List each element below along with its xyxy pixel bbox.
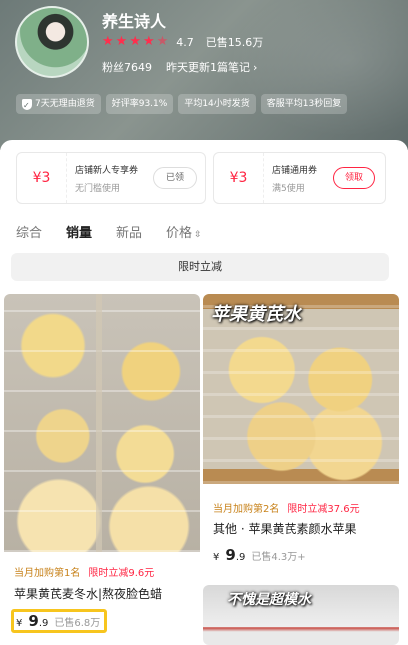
discount-badge: 限时立减37.6元 (287, 504, 360, 515)
service-tag-response[interactable]: 客服平均13秒回复 (260, 94, 348, 114)
price-row: ¥ 9.9 已售4.3万+ (213, 546, 306, 564)
tab-new[interactable]: 新品 (116, 222, 142, 241)
coupon-title: 店铺通用券 (272, 166, 318, 176)
shop-rating: 4.7 (176, 35, 194, 49)
tab-sales[interactable]: 销量 (66, 222, 92, 241)
product-badges: 当月加购第2名 限时立减37.6元 (213, 500, 360, 515)
sort-arrows-icon: ⇳ (194, 230, 202, 240)
half-star-icon: ★ (156, 34, 169, 49)
star-icon: ★ (129, 34, 141, 49)
product-image[interactable]: 苹果黄芪水 (203, 294, 399, 484)
shop-name[interactable]: 养生诗人 (102, 8, 166, 32)
shop-avatar[interactable] (15, 6, 89, 78)
currency-symbol: ¥ (16, 618, 23, 629)
product-badges: 当月加购第1名 限时立减9.6元 (14, 564, 154, 579)
sort-tabs: 综合 销量 新品 价格 ⇳ (16, 222, 202, 241)
chevron-right-icon: › (253, 61, 258, 74)
service-tag-shipping[interactable]: 平均14小时发货 (178, 94, 256, 114)
tab-comprehensive[interactable]: 综合 (16, 222, 42, 241)
image-caption: 苹果黄芪水 (211, 304, 301, 325)
shop-sold-count: 已售15.6万 (205, 36, 264, 49)
coupon-new-user[interactable]: ¥3 店铺新人专享券 无门槛使用 已领 (16, 152, 206, 204)
product-title[interactable]: 其他 · 苹果黄芪素颜水苹果 (213, 520, 393, 537)
product-sold: 已售6.8万 (54, 618, 101, 629)
coupon-condition: 无门槛使用 (75, 184, 121, 194)
notes-update-link[interactable]: 昨天更新1篇笔记 › (166, 59, 257, 75)
coupon-amount: ¥3 (17, 153, 67, 203)
product-sold: 已售4.3万+ (251, 552, 306, 563)
rating-row: ★ ★ ★ ★ ★ 4.7 已售15.6万 (102, 34, 263, 50)
product-card[interactable]: 苹果黄芪水 当月加购第2名 限时立减37.6元 其他 · 苹果黄芪素颜水苹果 ¥… (203, 294, 399, 581)
flash-sale-filter[interactable]: 限时立减 (11, 253, 389, 281)
product-image[interactable] (4, 294, 200, 552)
image-caption: 不愧是超模水 (227, 592, 311, 608)
product-title[interactable]: 苹果黄芪麦冬水|熬夜脸色蜡 (14, 585, 194, 602)
star-icon: ★ (102, 34, 114, 49)
currency-symbol: ¥ (213, 552, 220, 563)
star-icon: ★ (142, 34, 155, 49)
shield-check-icon (22, 96, 32, 116)
star-icon: ★ (115, 34, 128, 49)
notes-update-text: 昨天更新1篇笔记 (166, 61, 250, 74)
coupon-amount: ¥3 (214, 153, 264, 203)
product-image[interactable]: 不愧是超模水 (203, 585, 399, 645)
rank-badge: 当月加购第2名 (213, 504, 280, 515)
coupon-claim-button[interactable]: 领取 (333, 167, 375, 189)
fans-row: 粉丝7649 昨天更新1篇笔记 › (102, 59, 257, 75)
rank-badge: 当月加购第1名 (14, 568, 81, 579)
service-tags: 7天无理由退货 好评率93.1% 平均14小时发货 客服平均13秒回复 (16, 94, 348, 116)
coupon-claimed-button[interactable]: 已领 (153, 167, 197, 189)
tab-price[interactable]: 价格 ⇳ (166, 222, 202, 241)
product-card[interactable]: 不愧是超模水 (203, 585, 399, 645)
price-row: ¥ 9.9 已售6.8万 (11, 609, 108, 633)
service-tag-return[interactable]: 7天无理由退货 (16, 94, 101, 116)
service-tag-rating[interactable]: 好评率93.1% (105, 94, 174, 114)
discount-badge: 限时立减9.6元 (88, 568, 155, 579)
coupon-general[interactable]: ¥3 店铺通用券 满5使用 领取 (213, 152, 386, 204)
coupon-title: 店铺新人专享券 (75, 166, 139, 176)
shop-header: 养生诗人 ★ ★ ★ ★ ★ 4.7 已售15.6万 粉丝7649 昨天更新1篇… (0, 0, 408, 150)
coupon-condition: 满5使用 (272, 184, 305, 194)
product-price: 9.9 (225, 546, 246, 564)
product-price: 9.9 (28, 612, 49, 630)
product-card[interactable]: 当月加购第1名 限时立减9.6元 苹果黄芪麦冬水|熬夜脸色蜡 ¥ 9.9 已售6… (4, 294, 200, 645)
fans-count: 粉丝7649 (102, 61, 152, 74)
